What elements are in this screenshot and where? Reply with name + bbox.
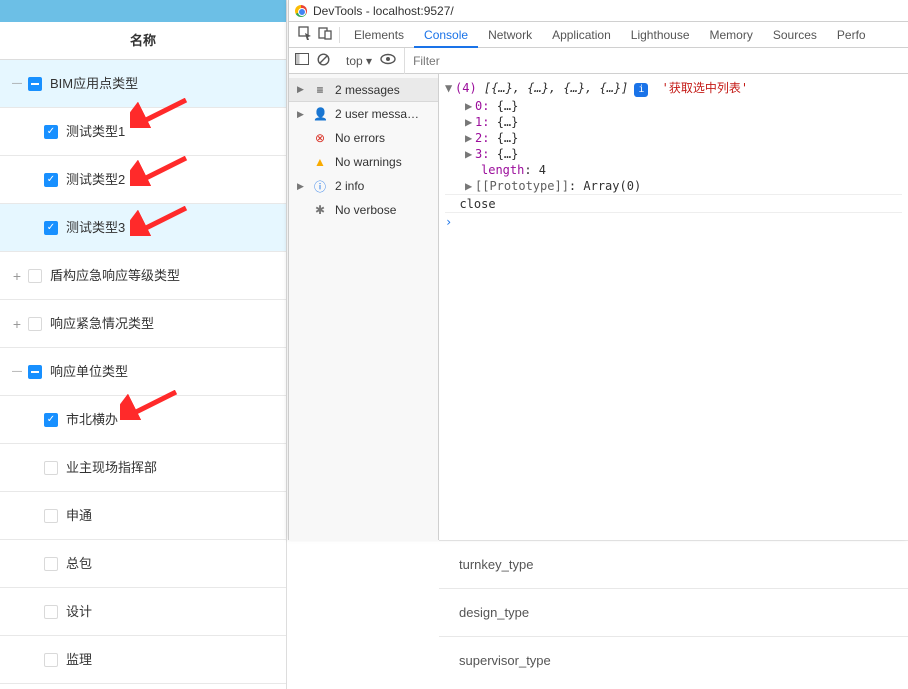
tree-leaf-unit-5[interactable]: 监理 <box>0 636 286 684</box>
leaf-label: 监理 <box>66 636 92 684</box>
info-badge-icon: i <box>634 83 648 97</box>
leaf-label: 设计 <box>66 588 92 636</box>
collapse-icon[interactable] <box>10 365 24 379</box>
checkbox-unchecked[interactable] <box>44 509 58 523</box>
tree-leaf-bim-0[interactable]: 测试类型1 <box>0 108 286 156</box>
checkbox-unchecked[interactable] <box>28 269 42 283</box>
tree-leaf-unit-1[interactable]: 业主现场指挥部 <box>0 444 286 492</box>
tab-lighthouse[interactable]: Lighthouse <box>621 22 700 48</box>
expand-icon[interactable] <box>10 317 24 331</box>
checkbox-checked[interactable] <box>44 413 58 427</box>
filter-container <box>404 48 908 74</box>
tree-leaf-bim-1[interactable]: 测试类型2 <box>0 156 286 204</box>
checkbox-unchecked[interactable] <box>44 653 58 667</box>
devtools-titlebar: DevTools - localhost:9527/ <box>289 0 908 22</box>
console-sidebar: ▶≡2 messages ▶👤2 user messa… ⊗No errors … <box>289 74 439 540</box>
sidebar-verbose[interactable]: ✱No verbose <box>289 198 438 222</box>
tree-leaf-unit-4[interactable]: 设计 <box>0 588 286 636</box>
tab-console[interactable]: Console <box>414 22 478 48</box>
checkbox-unchecked[interactable] <box>28 317 42 331</box>
console-toolbar: top ▾ <box>289 48 908 74</box>
leaf-label: 总包 <box>66 540 92 588</box>
sidebar-toggle-icon[interactable] <box>295 53 309 68</box>
filter-input[interactable] <box>413 54 908 68</box>
checkbox-checked[interactable] <box>44 173 58 187</box>
checkbox-unchecked[interactable] <box>44 461 58 475</box>
node-label: BIM应用点类型 <box>50 60 138 108</box>
clear-console-icon[interactable] <box>317 53 330 69</box>
devtools-title: DevTools - localhost:9527/ <box>313 4 454 18</box>
sidebar-errors[interactable]: ⊗No errors <box>289 126 438 150</box>
checkbox-indeterminate[interactable] <box>28 365 42 379</box>
tab-network[interactable]: Network <box>478 22 542 48</box>
tab-memory[interactable]: Memory <box>700 22 763 48</box>
type-list: turnkey_type design_type supervisor_type <box>439 540 908 684</box>
node-label: 响应单位类型 <box>50 348 128 396</box>
tree-topbar <box>0 0 286 22</box>
device-toggle-icon[interactable] <box>315 26 335 43</box>
tree-node-emergency[interactable]: 响应紧急情况类型 <box>0 300 286 348</box>
list-item[interactable]: design_type <box>439 588 908 636</box>
tab-application[interactable]: Application <box>542 22 621 48</box>
node-label: 响应紧急情况类型 <box>50 300 154 348</box>
checkbox-unchecked[interactable] <box>44 557 58 571</box>
devtools-tabs: Elements Console Network Application Lig… <box>289 22 908 48</box>
sidebar-info[interactable]: ▶ⓘ2 info <box>289 174 438 198</box>
live-expression-icon[interactable] <box>380 53 396 68</box>
tree-node-shield[interactable]: 盾构应急响应等级类型 <box>0 252 286 300</box>
separator <box>339 27 340 43</box>
leaf-label: 测试类型2 <box>66 156 125 204</box>
collapse-icon[interactable] <box>10 77 24 91</box>
tab-performance[interactable]: Perfo <box>827 22 876 48</box>
tree-node-bim[interactable]: BIM应用点类型 <box>0 60 286 108</box>
devtools-panel: DevTools - localhost:9527/ Elements Cons… <box>288 0 908 540</box>
list-item[interactable]: turnkey_type <box>439 540 908 588</box>
chrome-icon <box>295 5 307 17</box>
tree-body: BIM应用点类型 测试类型1 测试类型2 测试类型3 盾构应急响应等级类型 响应… <box>0 60 286 684</box>
leaf-label: 业主现场指挥部 <box>66 444 157 492</box>
node-label: 盾构应急响应等级类型 <box>50 252 180 300</box>
tree-header: 名称 <box>0 22 286 60</box>
tree-leaf-unit-0[interactable]: 市北横办 <box>0 396 286 444</box>
tab-sources[interactable]: Sources <box>763 22 827 48</box>
leaf-label: 申通 <box>66 492 92 540</box>
tree-leaf-unit-3[interactable]: 总包 <box>0 540 286 588</box>
expand-icon[interactable] <box>10 269 24 283</box>
tree-node-unit[interactable]: 响应单位类型 <box>0 348 286 396</box>
inspect-icon[interactable] <box>295 26 315 43</box>
tree-panel: 名称 BIM应用点类型 测试类型1 测试类型2 测试类型3 盾构应急响应等级类型 <box>0 0 287 689</box>
leaf-label: 市北横办 <box>66 396 118 444</box>
checkbox-indeterminate[interactable] <box>28 77 42 91</box>
console-output[interactable]: ▼(4) [{…}, {…}, {…}, {…}]i '获取选中列表' ▶0: … <box>439 74 908 540</box>
list-item[interactable]: supervisor_type <box>439 636 908 684</box>
sidebar-messages[interactable]: ▶≡2 messages <box>289 78 438 102</box>
sidebar-user-messages[interactable]: ▶👤2 user messa… <box>289 102 438 126</box>
leaf-label: 测试类型3 <box>66 204 125 252</box>
checkbox-checked[interactable] <box>44 125 58 139</box>
leaf-label: 测试类型1 <box>66 108 125 156</box>
checkbox-checked[interactable] <box>44 221 58 235</box>
tab-elements[interactable]: Elements <box>344 22 414 48</box>
tree-leaf-bim-2[interactable]: 测试类型3 <box>0 204 286 252</box>
checkbox-unchecked[interactable] <box>44 605 58 619</box>
sidebar-warnings[interactable]: ▲No warnings <box>289 150 438 174</box>
context-selector[interactable]: top ▾ <box>346 54 372 68</box>
tree-leaf-unit-2[interactable]: 申通 <box>0 492 286 540</box>
